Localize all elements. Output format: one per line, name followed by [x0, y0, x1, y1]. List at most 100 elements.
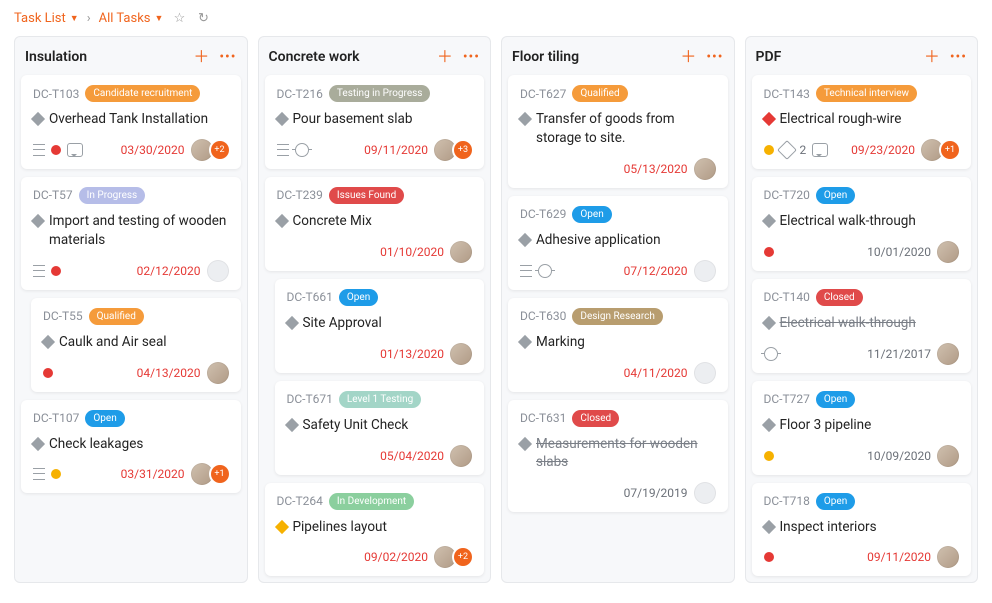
task-id: DC-T631 — [520, 411, 566, 425]
assignee-overflow[interactable]: +2 — [454, 548, 472, 566]
tag-icon — [777, 140, 797, 160]
task-icons — [277, 143, 309, 157]
task-card[interactable]: DC-T55QualifiedCaulk and Air seal04/13/2… — [31, 298, 241, 392]
task-card[interactable]: DC-T107OpenCheck leakages03/31/2020+1 — [21, 400, 241, 494]
task-card[interactable]: DC-T727OpenFloor 3 pipeline10/09/2020 — [752, 381, 972, 475]
task-id: DC-T103 — [33, 87, 79, 101]
favorite-icon[interactable]: ☆ — [171, 10, 187, 26]
column-more-button[interactable]: ••• — [706, 49, 723, 65]
task-card[interactable]: DC-T661OpenSite Approval01/13/2020 — [275, 279, 485, 373]
assignee-avatar[interactable] — [450, 241, 472, 263]
due-date: 02/12/2020 — [137, 264, 201, 278]
assignee-avatar[interactable] — [450, 343, 472, 365]
assignee-avatar[interactable] — [921, 139, 943, 161]
flag-red-icon — [764, 552, 774, 562]
assignee-overflow[interactable]: +3 — [454, 141, 472, 159]
task-card[interactable]: DC-T629OpenAdhesive application07/12/202… — [508, 196, 728, 290]
assignee-avatar[interactable] — [191, 139, 213, 161]
assignee-avatar[interactable] — [694, 482, 716, 504]
assignee-avatar[interactable] — [937, 343, 959, 365]
priority-icon — [761, 519, 775, 533]
flag-amber-icon — [764, 451, 774, 461]
status-badge: In Development — [329, 493, 414, 510]
priority-icon — [518, 436, 532, 450]
task-card[interactable]: DC-T720OpenElectrical walk-through10/01/… — [752, 177, 972, 271]
task-card[interactable]: DC-T630Design ResearchMarking04/11/2020 — [508, 298, 728, 392]
breadcrumb-root[interactable]: Task List▼ — [14, 11, 79, 26]
assignee-avatar[interactable] — [434, 546, 456, 568]
priority-icon — [41, 335, 55, 349]
task-title: Electrical walk-through — [780, 212, 916, 231]
refresh-icon[interactable]: ↻ — [195, 10, 211, 26]
subtasks-icon — [33, 265, 45, 277]
status-badge: Closed — [572, 410, 619, 427]
column-title: PDF — [756, 49, 782, 65]
assignee-avatar[interactable] — [694, 362, 716, 384]
assignee-overflow[interactable]: +2 — [211, 141, 229, 159]
breadcrumb-current[interactable]: All Tasks▼ — [99, 11, 164, 26]
task-icons — [33, 468, 61, 480]
column-more-button[interactable]: ••• — [463, 49, 480, 65]
task-title: Electrical walk-through — [780, 314, 916, 333]
status-badge: Open — [85, 410, 124, 427]
task-card[interactable]: DC-T671Level 1 TestingSafety Unit Check0… — [275, 381, 485, 475]
task-id: DC-T140 — [764, 290, 810, 304]
subtasks-icon — [520, 265, 532, 277]
task-id: DC-T55 — [43, 309, 83, 323]
task-id: DC-T627 — [520, 87, 566, 101]
add-task-button[interactable]: ＋ — [924, 49, 940, 65]
priority-icon — [31, 436, 45, 450]
column-more-button[interactable]: ••• — [950, 49, 967, 65]
assignee-overflow[interactable]: +1 — [941, 141, 959, 159]
status-badge: Candidate recruitment — [85, 85, 200, 102]
status-badge: Closed — [816, 289, 863, 306]
task-card[interactable]: DC-T264In DevelopmentPipelines layout09/… — [265, 483, 485, 577]
assignee-avatar[interactable] — [207, 260, 229, 282]
assignee-avatar[interactable] — [937, 445, 959, 467]
task-card[interactable]: DC-T140ClosedElectrical walk-through11/2… — [752, 279, 972, 373]
task-card[interactable]: DC-T239Issues FoundConcrete Mix01/10/202… — [265, 177, 485, 271]
status-badge: Issues Found — [329, 187, 404, 204]
status-badge: In Progress — [79, 187, 146, 204]
assignee-overflow[interactable]: +1 — [211, 465, 229, 483]
assignee-avatar[interactable] — [191, 463, 213, 485]
priority-icon — [518, 233, 532, 247]
status-badge: Open — [339, 289, 378, 306]
add-task-button[interactable]: ＋ — [680, 49, 696, 65]
task-card[interactable]: DC-T216Testing in ProgressPour basement … — [265, 75, 485, 169]
breadcrumb-sep: › — [87, 11, 91, 26]
assignee-avatar[interactable] — [207, 362, 229, 384]
status-badge: Qualified — [89, 308, 144, 325]
task-card[interactable]: DC-T143Technical interviewElectrical rou… — [752, 75, 972, 169]
assignee-avatar[interactable] — [937, 546, 959, 568]
due-date: 01/10/2020 — [380, 245, 444, 259]
add-task-button[interactable]: ＋ — [437, 49, 453, 65]
flag-amber-icon — [51, 469, 61, 479]
task-icons — [764, 552, 774, 562]
task-title: Caulk and Air seal — [59, 333, 167, 352]
subtasks-icon — [33, 468, 45, 480]
assignee-avatar[interactable] — [434, 139, 456, 161]
priority-icon — [761, 418, 775, 432]
task-title: Electrical rough-wire — [780, 110, 902, 129]
comments-icon — [812, 143, 828, 157]
task-card[interactable]: DC-T718OpenInspect interiors09/11/2020 — [752, 483, 972, 577]
task-card[interactable]: DC-T627QualifiedTransfer of goods from s… — [508, 75, 728, 188]
priority-icon — [31, 112, 45, 126]
assignee-avatar[interactable] — [694, 158, 716, 180]
assignee-avatar[interactable] — [450, 445, 472, 467]
assignee-avatar[interactable] — [694, 260, 716, 282]
column-more-button[interactable]: ••• — [219, 49, 236, 65]
column: Concrete work＋•••DC-T216Testing in Progr… — [258, 36, 492, 583]
column-title: Insulation — [25, 49, 87, 65]
task-card[interactable]: DC-T57In ProgressImport and testing of w… — [21, 177, 241, 290]
task-icons — [764, 347, 778, 361]
task-icons: 2 — [764, 143, 829, 157]
add-task-button[interactable]: ＋ — [193, 49, 209, 65]
task-card[interactable]: DC-T631ClosedMeasurements for wooden sla… — [508, 400, 728, 513]
task-card[interactable]: DC-T103Candidate recruitmentOverhead Tan… — [21, 75, 241, 169]
due-date: 10/01/2020 — [867, 245, 931, 259]
assignee-avatar[interactable] — [937, 241, 959, 263]
status-badge: Level 1 Testing — [339, 391, 421, 408]
column-header: PDF ＋ ••• — [752, 43, 972, 67]
